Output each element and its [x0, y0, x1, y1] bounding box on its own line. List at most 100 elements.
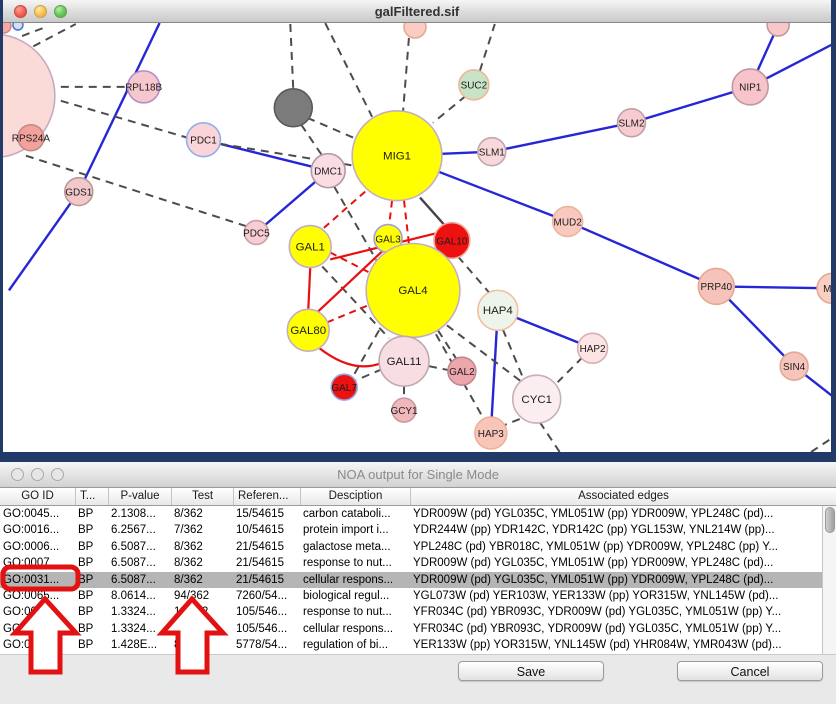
table-cell: 21/54615: [233, 539, 300, 555]
table-cell: 7/362: [171, 522, 233, 538]
table-cell: 1.428E...: [108, 637, 171, 653]
network-edge-dark: [420, 198, 445, 226]
node-label-PDC1: PDC1: [190, 136, 217, 147]
node-label-GAL1: GAL1: [296, 241, 325, 253]
table-row[interactable]: GO:0006...BP6.5087...8/36221/54615galact…: [0, 539, 822, 555]
close-button[interactable]: [11, 468, 24, 481]
traffic-lights: [3, 5, 67, 18]
noa-titlebar[interactable]: NOA output for Single Mode: [0, 462, 836, 488]
node-label-MUD2: MUD2: [554, 217, 583, 228]
table-cell: YDR009W (pd) YGL035C, YML051W (pp) YDR00…: [410, 555, 822, 571]
table-cell: 6.5087...: [108, 539, 171, 555]
table-row[interactable]: GO:0065...BP8.0614...94/3627260/54...bio…: [0, 588, 822, 604]
node-label-GAL3: GAL3: [375, 234, 401, 245]
node-label-SIN4: SIN4: [783, 362, 806, 373]
network-node-unlabeled[interactable]: [404, 23, 426, 38]
column-header-1[interactable]: T...: [75, 488, 108, 505]
network-edge-dash: [353, 330, 379, 376]
cancel-button[interactable]: Cancel: [677, 661, 823, 681]
noa-window: NOA output for Single Mode GO IDT...P-va…: [0, 462, 836, 704]
zoom-button[interactable]: [54, 5, 67, 18]
network-edge-dash: [811, 436, 831, 452]
table-cell: 6.5087...: [108, 572, 171, 588]
node-label-PRP40: PRP40: [701, 282, 733, 293]
table-row[interactable]: GO:0045...BP2.1308...8/36215/54615carbon…: [0, 506, 822, 522]
save-button[interactable]: Save: [458, 661, 604, 681]
node-label-GAL2: GAL2: [449, 367, 475, 378]
table-cell: 94/362: [171, 588, 233, 604]
node-label-HAP3: HAP3: [478, 429, 504, 440]
table-cell: YFR034C (pd) YBR093C, YDR009W (pd) YGL03…: [410, 604, 822, 620]
table-cell: 105/546...: [233, 604, 300, 620]
table-cell: 15/54615: [233, 506, 300, 522]
node-label-GCY1: GCY1: [390, 406, 418, 417]
table-cell: YDR244W (pp) YDR142C, YDR142C (pp) YGL15…: [410, 522, 822, 538]
node-label-GDS1: GDS1: [65, 187, 93, 198]
minimize-button[interactable]: [34, 5, 47, 18]
table-cell: 8/362: [171, 572, 233, 588]
node-label-MSI: MSI: [823, 284, 831, 295]
node-label-GAL10: GAL10: [436, 236, 467, 247]
network-node-unlabeled[interactable]: [3, 23, 11, 33]
minimize-button[interactable]: [31, 468, 44, 481]
table-cell: YPL248C (pd) YBR018C, YML051W (pp) YDR00…: [410, 539, 822, 555]
table-cell: cellular respons...: [300, 572, 410, 588]
column-header-4[interactable]: Referen...: [233, 488, 300, 505]
table-cell: 1.3324...: [108, 621, 171, 637]
column-header-5[interactable]: Desciption: [300, 488, 410, 505]
table-cell: YER133W (pp) YOR315W, YNL145W (pd) YHR08…: [410, 637, 822, 653]
zoom-button[interactable]: [51, 468, 64, 481]
network-node-unlabeled[interactable]: [13, 23, 23, 30]
network-edge-reddash: [389, 201, 392, 226]
table-cell: protein import i...: [300, 522, 410, 538]
table-cell: GO:0065...: [0, 588, 75, 604]
table-cell: YDR009W (pd) YGL035C, YML051W (pp) YDR00…: [410, 506, 822, 522]
table-cell: 11/362: [171, 604, 233, 620]
table-row[interactable]: GO:0031...BP1.3324...11/362105/546...cel…: [0, 621, 822, 637]
node-label-RPL18B: RPL18B: [125, 83, 162, 94]
close-button[interactable]: [14, 5, 27, 18]
node-label-SLM1: SLM1: [479, 147, 505, 158]
network-edge-dash: [558, 357, 583, 382]
table-cell: BP: [75, 522, 108, 538]
column-header-2[interactable]: P-value: [108, 488, 171, 505]
table-cell: BP: [75, 572, 108, 588]
network-node-unlabeled[interactable]: [767, 23, 789, 36]
noa-window-title: NOA output for Single Mode: [0, 467, 836, 482]
network-graph[interactable]: RPL18BRPS24AGDS1PDC1PDC5MIG1DMC1SLM1SUC2…: [3, 23, 831, 452]
table-row[interactable]: GO:0016...BP6.2567...7/36210/54615protei…: [0, 522, 822, 538]
table-cell: 5778/54...: [233, 637, 300, 653]
column-header-0[interactable]: GO ID: [0, 488, 75, 505]
network-titlebar[interactable]: galFiltered.sif: [3, 0, 831, 23]
column-header-6[interactable]: Associated edges: [410, 488, 836, 505]
network-edge-dash: [438, 330, 456, 358]
network-edge-dash: [458, 256, 490, 293]
table-cell: BP: [75, 555, 108, 571]
network-edge-dash: [290, 24, 293, 90]
table-cell: GO:0045...: [0, 506, 75, 522]
network-edge-dash: [61, 101, 188, 138]
network-edge-dash: [325, 23, 372, 117]
table-cell: 8/362: [171, 555, 233, 571]
network-edge-dash: [429, 366, 449, 370]
network-node-unlabeled[interactable]: [274, 89, 312, 127]
table-cell: BP: [75, 637, 108, 653]
table-row[interactable]: GO:0031...BP1.3324...11/362105/546...res…: [0, 604, 822, 620]
table-scrollbar[interactable]: [822, 506, 836, 654]
table-row[interactable]: GO:0007...BP6.5087...8/36221/54615respon…: [0, 555, 822, 571]
table-cell: BP: [75, 539, 108, 555]
table-cell: YGL073W (pd) YER103W, YER133W (pp) YOR31…: [410, 588, 822, 604]
network-edge-dash: [307, 118, 358, 140]
node-label-DMC1: DMC1: [314, 166, 343, 177]
table-row[interactable]: GO:0050...BP1.428E...80/3625778/54...reg…: [0, 637, 822, 653]
node-label-GAL11: GAL11: [387, 356, 422, 368]
table-cell: response to nut...: [300, 604, 410, 620]
column-header-3[interactable]: Test: [171, 488, 233, 505]
network-window: galFiltered.sif RPL18BRPS24AGDS1PDC1PDC5…: [3, 0, 831, 452]
table-row-selected[interactable]: GO:0031...BP6.5087...8/36221/54615cellul…: [0, 572, 822, 588]
network-edge-dash: [540, 422, 560, 452]
node-label-MIG1: MIG1: [383, 150, 411, 162]
scrollbar-thumb[interactable]: [825, 507, 835, 533]
screen: galFiltered.sif RPL18BRPS24AGDS1PDC1PDC5…: [0, 0, 836, 704]
table-cell: GO:0007...: [0, 555, 75, 571]
